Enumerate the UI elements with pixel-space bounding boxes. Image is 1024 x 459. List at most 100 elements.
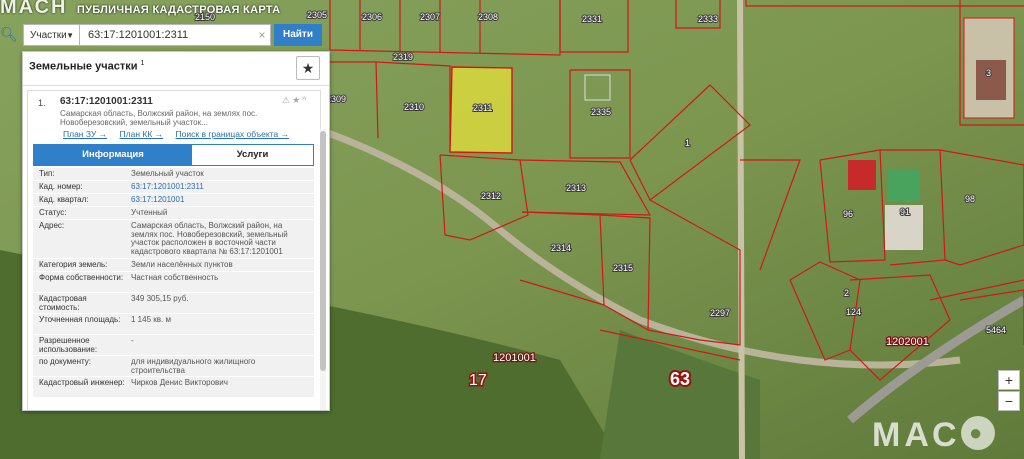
info-row: Разрешенное использование: - (33, 335, 314, 356)
quarter-label: 1201001 (493, 352, 536, 364)
house-roof (888, 170, 920, 202)
brand-logo: МАС ● (872, 416, 995, 455)
parcel-label: 1 (685, 138, 690, 148)
panel-title: Земельные участки 1 (29, 60, 144, 73)
link-plan-zu[interactable]: План ЗУ → (63, 129, 107, 139)
result-address: Самарская область, Волжский район, на зе… (60, 109, 258, 127)
search-bar: 🔍︎ Участки ▼ × Найти (0, 23, 328, 49)
info-value: 1 145 кв. м (131, 315, 171, 324)
panel-header: Земельные участки 1 ★ (23, 52, 329, 86)
info-label: Кадастровая стоимость: (39, 294, 87, 312)
app-brand: МАСН (0, 0, 68, 18)
search-input[interactable] (80, 24, 271, 46)
info-label: по документу: (39, 357, 91, 366)
info-label: Форма собственности: (39, 273, 124, 282)
info-label: Уточненная площадь: (39, 315, 121, 324)
parcel-label: 2335 (591, 107, 611, 117)
parcel-label: 96 (843, 209, 853, 219)
info-row: Кад. квартал: 63:17:1201001 (33, 194, 314, 207)
tabs: Информация Услуги (33, 144, 314, 166)
result-cad-number[interactable]: 63:17:1201001:2311 (60, 96, 153, 107)
close-icon[interactable]: × (256, 27, 268, 43)
info-label: Кад. квартал: (39, 195, 89, 204)
info-row: Адрес: Самарская область, Волжский район… (33, 220, 314, 259)
info-value: для индивидуального жилищного строительс… (131, 357, 256, 375)
zoom-in-button[interactable]: + (998, 370, 1020, 390)
info-row: Статус: Учтенный (33, 207, 314, 220)
results-count: 1 (140, 60, 145, 67)
parcel-label: 2308 (478, 12, 498, 22)
zoom-out-button[interactable]: − (998, 391, 1020, 411)
parcel-label: 2331 (582, 14, 602, 24)
result-actions: ⚠★^ (282, 95, 308, 106)
info-row: Категория земель: Земли населённых пункт… (33, 259, 314, 272)
info-label: Кад. номер: (39, 182, 83, 191)
parcel-label: 2 (844, 288, 849, 298)
result-index: 1. (38, 98, 46, 108)
favorites-button[interactable]: ★ (296, 56, 320, 80)
parcel-label: 2333 (698, 14, 718, 24)
region-label: 63 (670, 369, 690, 389)
tab-services[interactable]: Услуги (192, 145, 313, 165)
info-row: Уточненная площадь: 1 145 кв. м (33, 314, 314, 335)
info-label: Статус: (39, 208, 67, 217)
star-icon[interactable]: ★ (292, 95, 302, 105)
info-row: по документу: для индивидуального жилищн… (33, 356, 314, 377)
parcel-label: 2311 (473, 103, 492, 113)
district-label: 17 (469, 372, 487, 389)
search-icon[interactable]: 🔍︎ (0, 26, 18, 44)
info-value: Земли населённых пунктов (131, 260, 233, 269)
info-label: Кадастровый инженер: (39, 378, 125, 387)
quarter-label: 1202001 (886, 336, 929, 348)
info-value: Учтенный (131, 208, 168, 217)
house-roof (848, 160, 876, 190)
info-row: Кад. номер: 63:17:1201001:2311 (33, 181, 314, 194)
search-type-label: Участки (30, 30, 67, 41)
parcel-label: 2319 (393, 52, 413, 62)
info-label: Разрешенное использование: (39, 336, 98, 354)
scrollbar-thumb[interactable] (320, 131, 326, 371)
results-panel: Земельные участки 1 ★ 1. 63:17:1201001:2… (22, 51, 330, 411)
chevron-up-icon[interactable]: ^ (302, 95, 308, 105)
chevron-down-icon: ▼ (66, 31, 74, 40)
house-roof (976, 60, 1006, 100)
info-row: Кадастровая стоимость: 349 305,15 руб. (33, 293, 314, 314)
info-value-link[interactable]: 63:17:1201001 (131, 195, 309, 205)
parcel-label: 2313 (566, 183, 586, 193)
tab-information[interactable]: Информация (34, 145, 192, 165)
vertical-road (737, 0, 745, 459)
info-row: Форма собственности: Частная собственнос… (33, 272, 314, 293)
result-links: План ЗУ → План КК → Поиск в границах объ… (63, 129, 299, 139)
parcel-label: 2297 (710, 308, 730, 318)
parcel-label: 2314 (551, 243, 571, 253)
parcel-label: 124 (846, 307, 861, 317)
panel-title-text: Земельные участки (29, 60, 138, 73)
panel-scrollbar[interactable] (320, 129, 326, 410)
result-card[interactable]: 1. 63:17:1201001:2311 ⚠★^ Самарская обла… (27, 90, 326, 410)
link-plan-kk[interactable]: План КК → (120, 129, 164, 139)
info-value: 349 305,15 руб. (131, 294, 189, 303)
parcel-label: 2310 (404, 102, 424, 112)
brand-logo-text: МАС (872, 416, 961, 454)
warning-icon[interactable]: ⚠ (282, 95, 292, 105)
info-value: Земельный участок (131, 169, 204, 178)
link-search-in-bounds[interactable]: Поиск в границах объекта → (176, 129, 290, 139)
parcel-label: 2307 (420, 12, 440, 22)
parcel-label: 2315 (613, 263, 633, 273)
info-value: Самарская область, Волжский район, на зе… (131, 221, 288, 256)
parcel-label: 2305 (307, 10, 327, 20)
parcel-label: 98 (965, 194, 975, 204)
info-row: Тип: Земельный участок (33, 168, 314, 181)
search-type-dropdown[interactable]: Участки ▼ (23, 24, 80, 46)
info-label: Тип: (39, 169, 55, 178)
parcel-label: 5464 (986, 325, 1006, 335)
info-value: - (131, 336, 134, 345)
parcel-label: 3 (986, 68, 991, 78)
search-button[interactable]: Найти (274, 24, 322, 46)
parcel-label: 2306 (362, 12, 382, 22)
info-value: Частная собственность (131, 273, 219, 282)
info-label: Категория земель: (39, 260, 108, 269)
brand-logo-mark-icon: ● (960, 416, 995, 450)
app-title-text: ПУБЛИЧНАЯ КАДАСТРОВАЯ КАРТА (76, 4, 281, 16)
info-value-link[interactable]: 63:17:1201001:2311 (131, 182, 309, 192)
